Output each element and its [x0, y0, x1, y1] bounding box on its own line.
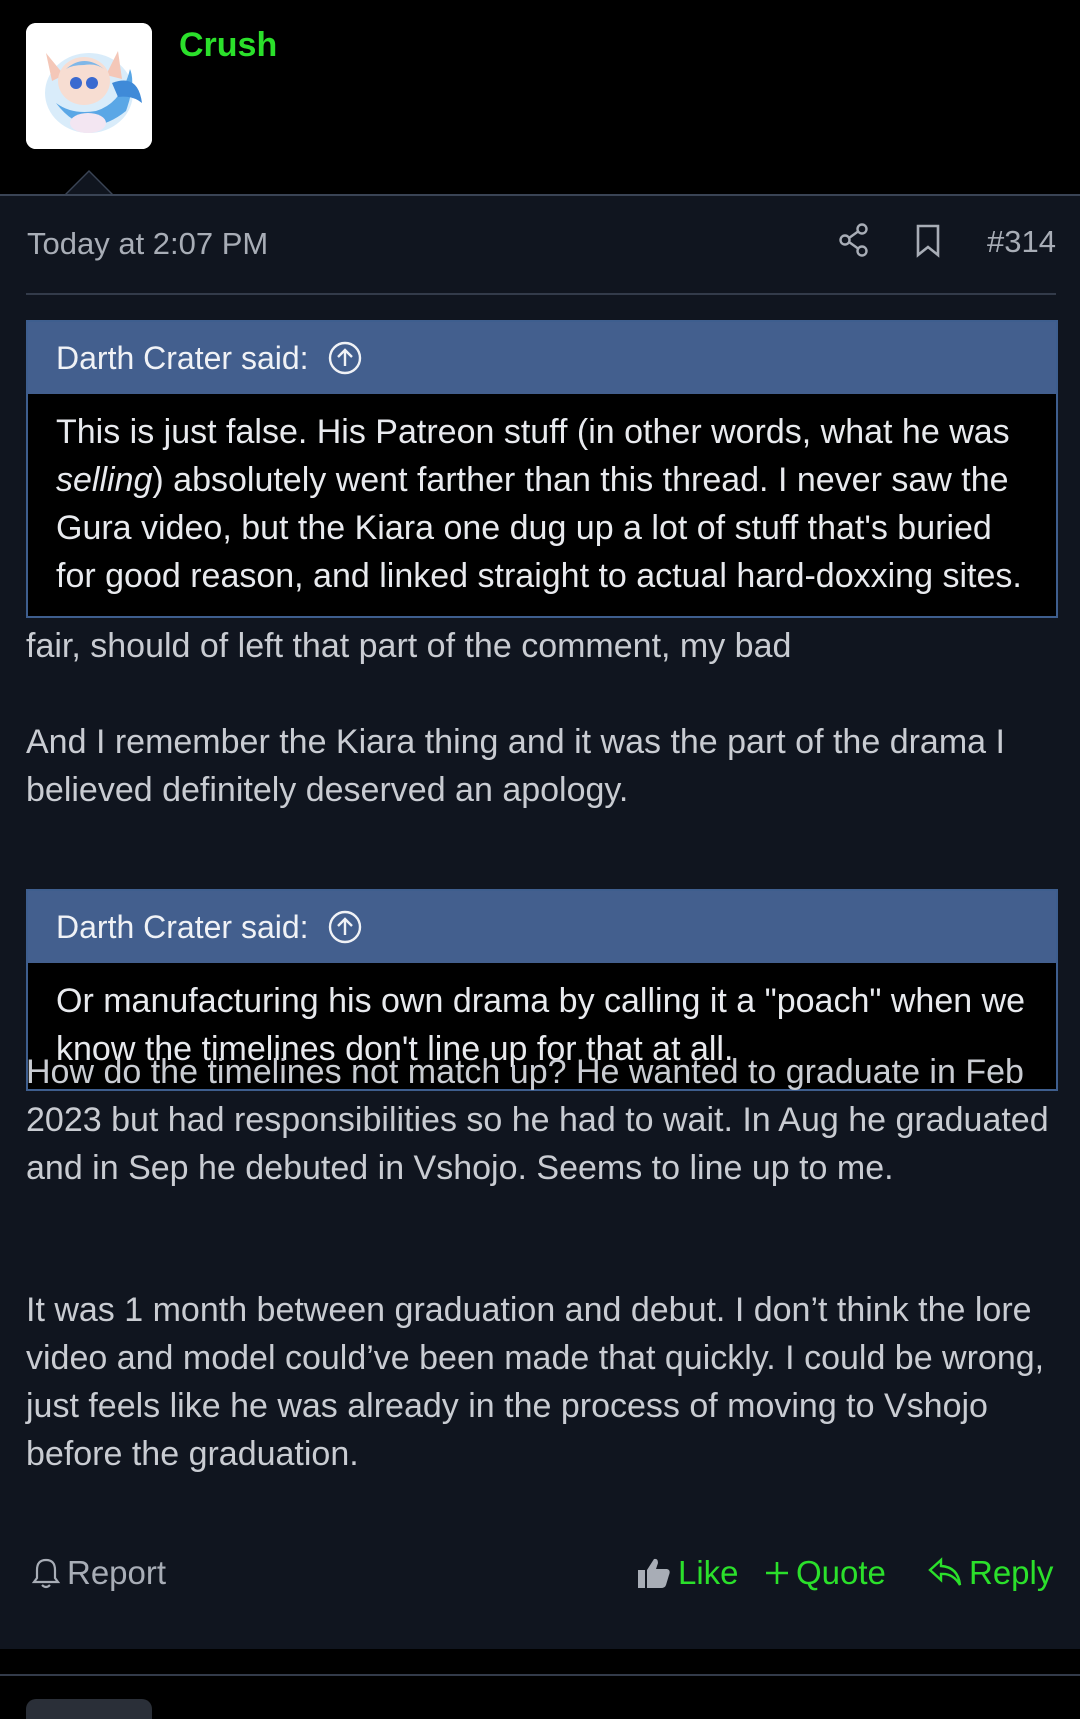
quote-text-emphasis: selling — [56, 461, 153, 499]
report-label: Report — [67, 1554, 167, 1591]
like-button[interactable]: Like — [636, 1554, 739, 1592]
report-button[interactable]: Report — [31, 1554, 166, 1592]
quote-block: Darth Crater said: This is just false. H… — [26, 320, 1058, 618]
post: Today at 2:07 PM #314 Darth Crater said: — [0, 194, 1080, 1651]
post-actions: Report Like Quote Reply — [26, 1546, 1056, 1606]
bookmark-icon[interactable] — [915, 224, 941, 263]
post-timestamp[interactable]: Today at 2:07 PM — [27, 226, 268, 262]
post-number[interactable]: #314 — [987, 224, 1056, 260]
avatar[interactable] — [26, 23, 152, 149]
next-avatar[interactable] — [26, 1699, 152, 1719]
quote-header[interactable]: Darth Crater said: — [28, 891, 1056, 963]
share-icon[interactable] — [839, 223, 869, 262]
thumbs-up-icon — [638, 1558, 670, 1588]
reply-paragraph: And I remember the Kiara thing and it wa… — [26, 723, 1005, 809]
reply-button[interactable]: Reply — [927, 1554, 1053, 1592]
post-meta: Today at 2:07 PM #314 — [26, 196, 1056, 295]
bell-icon — [31, 1558, 61, 1589]
quote-text: This is just false. His Patreon stuff (i… — [56, 413, 1010, 451]
reply-paragraph: fair, should of left that part of the co… — [26, 627, 792, 665]
quote-header[interactable]: Darth Crater said: — [28, 322, 1056, 394]
post-header: Crush — [0, 0, 1080, 195]
username[interactable]: Crush — [179, 26, 277, 65]
quote-button[interactable]: Quote — [764, 1554, 886, 1592]
next-post-preview — [0, 1649, 1080, 1719]
arrow-up-circle-icon[interactable] — [327, 340, 363, 376]
reply-arrow-icon — [928, 1557, 962, 1586]
quote-label: Quote — [796, 1554, 886, 1591]
quote-body: This is just false. His Patreon stuff (i… — [28, 394, 1056, 616]
avatar-pointer — [64, 170, 114, 195]
quote-author: Darth Crater said: — [56, 340, 309, 376]
quote-author: Darth Crater said: — [56, 909, 309, 945]
quote-text: ) absolutely went farther than this thre… — [56, 461, 1022, 595]
like-label: Like — [678, 1554, 739, 1591]
reply-paragraph: It was 1 month between graduation and de… — [26, 1291, 1045, 1473]
arrow-up-circle-icon[interactable] — [327, 909, 363, 945]
divider — [0, 1674, 1080, 1676]
reply-label: Reply — [969, 1554, 1054, 1591]
plus-icon — [766, 1562, 788, 1584]
reply-paragraph: How do the timelines not match up? He wa… — [26, 1053, 1049, 1187]
